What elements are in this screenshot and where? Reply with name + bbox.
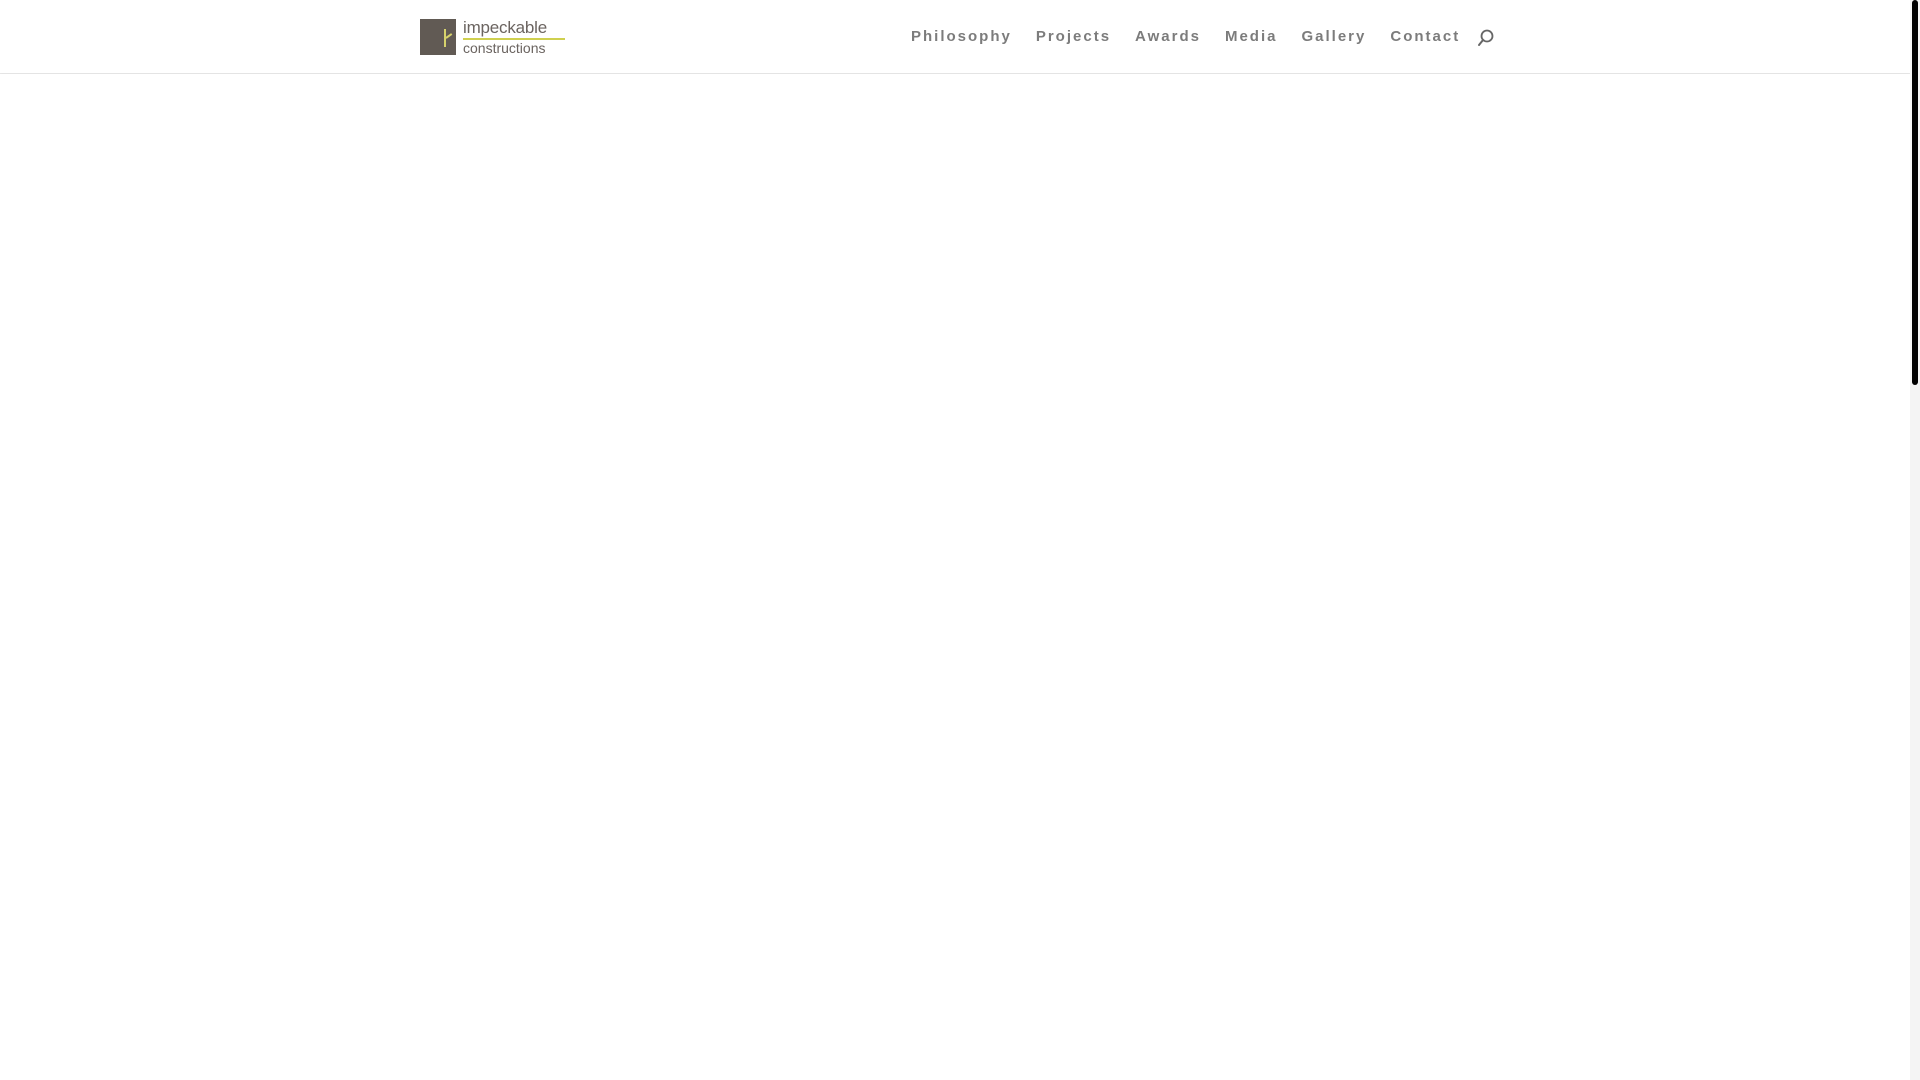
logo-wordmark-bottom: constructions bbox=[463, 40, 546, 56]
nav-item-awards[interactable]: Awards bbox=[1135, 27, 1201, 47]
nav-item-philosophy[interactable]: Philosophy bbox=[911, 27, 1012, 47]
page: impeckable constructions Philosophy Proj… bbox=[0, 0, 1920, 1080]
page-scrollbar[interactable] bbox=[1910, 0, 1920, 1080]
scrollbar-thumb[interactable] bbox=[1912, 0, 1918, 385]
nav-item-media[interactable]: Media bbox=[1225, 27, 1278, 47]
logo-mark-stroke-diagonal bbox=[445, 33, 453, 39]
nav-item-gallery[interactable]: Gallery bbox=[1301, 27, 1366, 47]
site-logo[interactable]: impeckable constructions bbox=[420, 18, 565, 56]
nav-item-contact[interactable]: Contact bbox=[1390, 27, 1460, 47]
nav-item-projects[interactable]: Projects bbox=[1036, 27, 1111, 47]
logo-wordmark-top: impeckable bbox=[463, 18, 547, 37]
main-content bbox=[0, 74, 1910, 1080]
site-header: impeckable constructions Philosophy Proj… bbox=[0, 0, 1910, 73]
main-nav: Philosophy Projects Awards Media Gallery… bbox=[911, 27, 1460, 47]
logo-mark bbox=[420, 19, 456, 55]
search-icon[interactable] bbox=[1476, 28, 1496, 48]
